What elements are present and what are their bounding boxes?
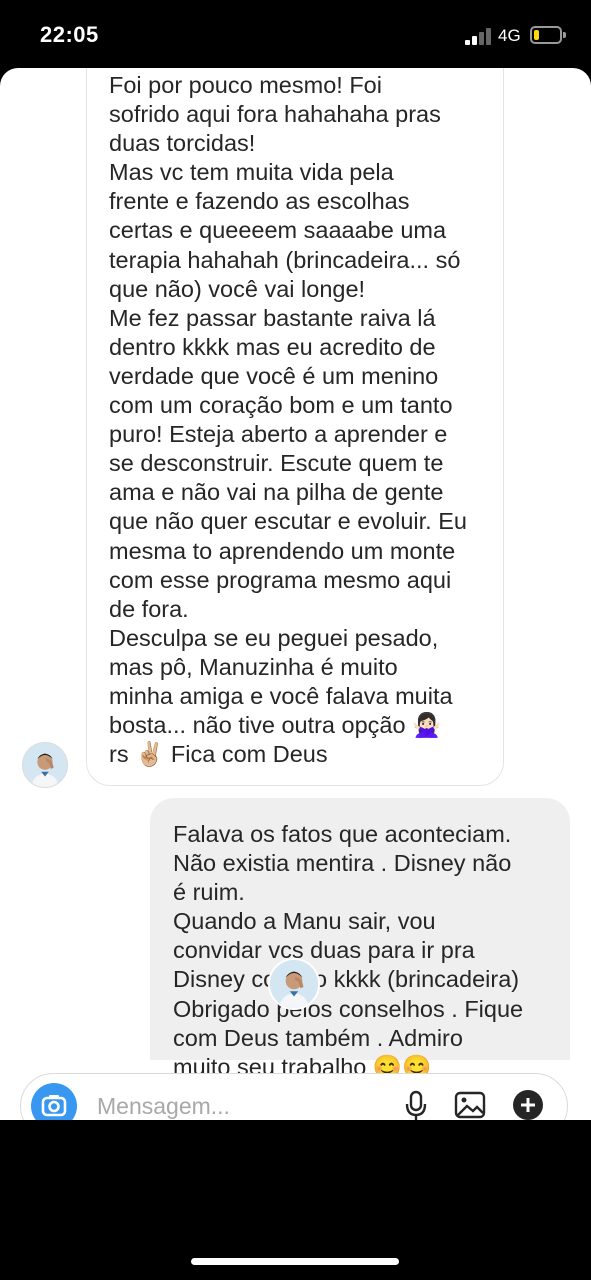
message-input[interactable] (95, 1090, 349, 1120)
status-bar: 22:05 4G (0, 0, 591, 70)
seen-indicator-avatar (268, 958, 320, 1010)
camera-button[interactable] (31, 1083, 77, 1120)
network-label: 4G (498, 26, 521, 45)
camera-icon (41, 1095, 67, 1117)
chat-thread[interactable]: Foi por pouco mesmo! Foi sofrido aqui fo… (0, 68, 591, 1120)
sent-message-text: Falava os fatos que aconteciam. Não exis… (173, 821, 524, 1080)
message-composer (20, 1073, 568, 1120)
contact-avatar[interactable] (22, 742, 68, 788)
sent-message-bubble[interactable]: Falava os fatos que aconteciam. Não exis… (150, 798, 570, 1080)
plus-icon[interactable] (511, 1088, 545, 1120)
gallery-icon[interactable] (453, 1088, 487, 1120)
received-message-bubble[interactable]: Foi por pouco mesmo! Foi sofrido aqui fo… (86, 68, 504, 786)
home-indicator[interactable] (191, 1258, 399, 1265)
microphone-icon[interactable] (399, 1088, 433, 1120)
bottom-area (0, 1120, 591, 1280)
status-time: 22:05 (40, 22, 99, 47)
received-message-text: Foi por pouco mesmo! Foi sofrido aqui fo… (109, 72, 467, 768)
signal-icon (465, 27, 495, 45)
battery-icon (530, 26, 566, 44)
